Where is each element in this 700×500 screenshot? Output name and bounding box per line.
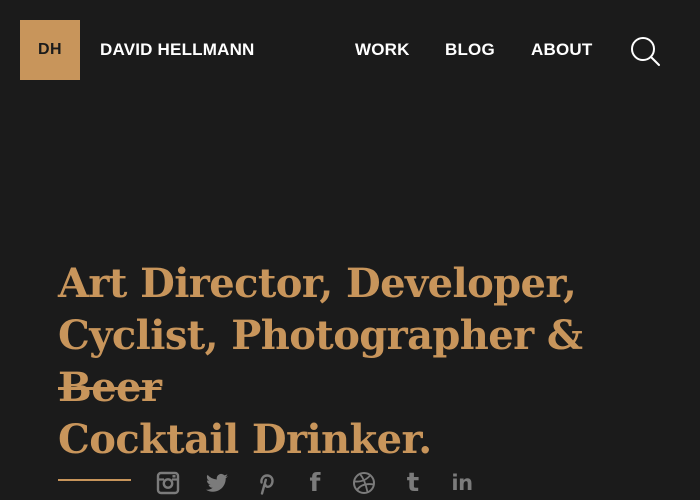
- nav-about-link[interactable]: ABOUT: [531, 40, 592, 60]
- linkedin-link[interactable]: in: [449, 470, 475, 496]
- hero-struck-word: Beer: [58, 364, 162, 411]
- facebook-link[interactable]: f: [302, 470, 328, 496]
- hero-line-2-prefix: Cyclist, Photographer &: [58, 312, 583, 359]
- accent-divider: [58, 479, 131, 481]
- instagram-link[interactable]: [155, 470, 181, 496]
- nav-blog-link[interactable]: BLOG: [445, 40, 495, 60]
- linkedin-icon: in: [451, 471, 473, 495]
- dribbble-link[interactable]: [351, 470, 377, 496]
- pinterest-link[interactable]: [253, 470, 279, 496]
- search-button[interactable]: [629, 35, 661, 67]
- twitter-link[interactable]: [204, 470, 230, 496]
- tumblr-link[interactable]: t: [400, 470, 426, 496]
- instagram-icon: [156, 471, 180, 495]
- hero-headline: Art Director, Developer, Cyclist, Photog…: [58, 258, 698, 466]
- hero-line-3: Cocktail Drinker.: [58, 416, 432, 463]
- search-icon: [631, 37, 660, 66]
- facebook-icon: f: [309, 468, 321, 497]
- dribbble-icon: [353, 472, 375, 494]
- twitter-icon: [206, 473, 228, 492]
- site-name-link[interactable]: DAVID HELLMANN: [100, 40, 255, 60]
- page: DH DAVID HELLMANN WORK BLOG ABOUT Art Di…: [0, 0, 700, 500]
- tumblr-icon: t: [406, 468, 420, 498]
- pinterest-icon: [260, 474, 274, 495]
- logo-initials: DH: [37, 41, 63, 58]
- logo-button[interactable]: DH: [20, 20, 80, 80]
- nav-work-link[interactable]: WORK: [355, 40, 410, 60]
- hero-line-1: Art Director, Developer,: [58, 260, 577, 307]
